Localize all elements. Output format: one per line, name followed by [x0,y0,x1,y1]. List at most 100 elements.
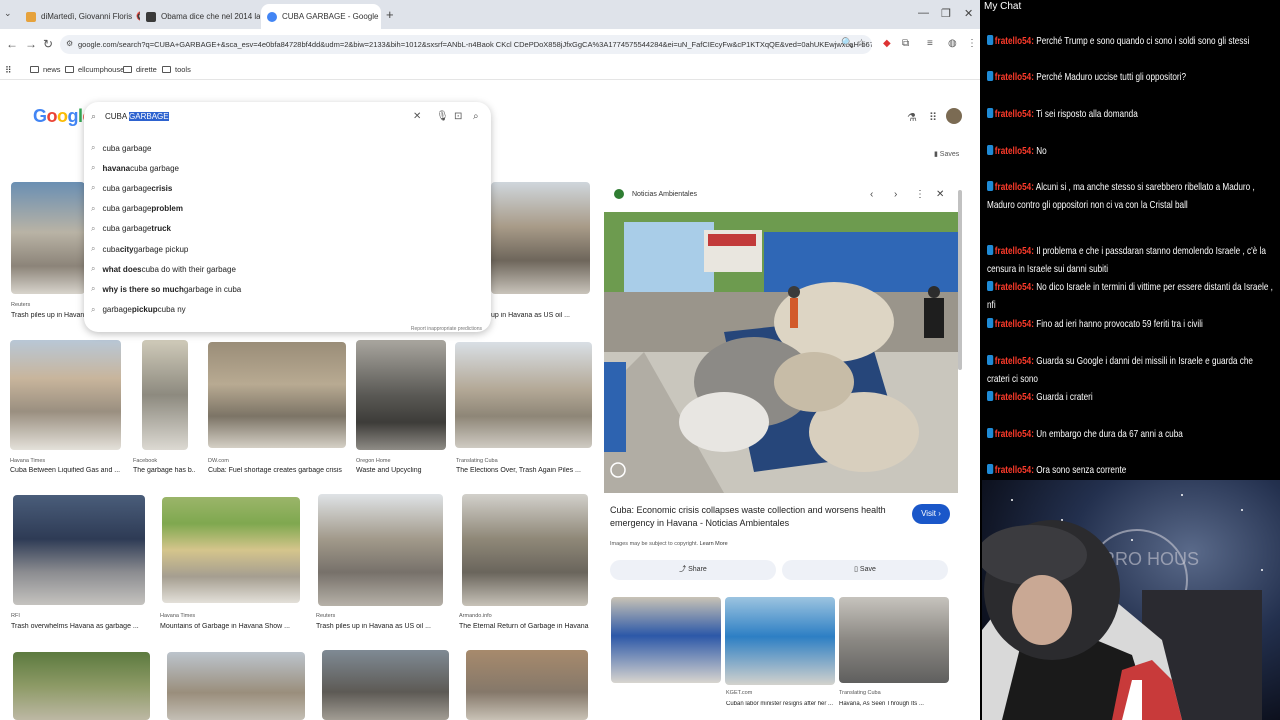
result-caption[interactable]: The garbage has b... [133,467,195,474]
new-tab-icon[interactable]: + [386,7,394,22]
zoom-icon[interactable]: 🔍 [841,38,853,49]
suggestion-item[interactable]: ⌕ what does cuba do with their garbage [84,259,491,279]
bookmark-ellcumphouse[interactable]: ellcumphouse [65,65,124,74]
bookmark-star-icon[interactable]: ☆ [857,38,866,49]
folder-icon [30,66,39,73]
suggestion-item[interactable]: ⌕ cuba garbage crisis [84,178,491,198]
suggestion-item[interactable]: ⌕ cuba garbage problem [84,199,491,219]
site-info-icon[interactable]: ⚙ [66,39,73,48]
related-image[interactable] [839,597,949,683]
bookmark-news[interactable]: news [30,65,61,74]
previous-icon[interactable]: ‹ [870,189,873,200]
address-bar[interactable]: ⚙ google.com/search?q=CUBA+GARBAGE+&sca_… [60,35,872,54]
result-image[interactable] [167,652,305,720]
back-icon[interactable]: ← [6,37,18,51]
mute-icon[interactable]: 🔇 [132,11,140,22]
result-caption[interactable]: Trash piles up in Havana as US oil ... [316,623,456,630]
google-apps-icon[interactable]: ⠿ [929,111,937,124]
tab-obama[interactable]: Obama dice che nel 2014 la Cr ✕ [140,4,260,29]
labs-flask-icon[interactable]: ⚗ [907,111,917,124]
search-submit-icon[interactable]: ⌕ [473,111,479,122]
result-caption[interactable]: The Elections Over, Trash Again Piles ..… [456,467,596,474]
result-caption[interactable]: Trash piles up in Havana [11,312,85,319]
result-image[interactable] [322,650,449,720]
preview-image[interactable] [604,212,958,493]
close-window-icon[interactable]: ✕ [964,7,973,20]
learn-more-link[interactable]: Learn More [700,541,728,547]
apps-grid-icon[interactable]: ⠿ [5,65,12,76]
result-caption[interactable]: Mountains of Garbage in Havana Show ... [160,623,300,630]
result-caption[interactable]: Waste and Upcycling [356,467,448,474]
saves-link[interactable]: ▮ Saves [934,150,959,158]
google-favicon-icon [267,11,277,22]
save-button[interactable]: ▯ Save [782,560,948,580]
share-button[interactable]: ⤴ Share [610,560,776,580]
result-image[interactable] [466,650,588,720]
result-caption[interactable]: Cuba: Fuel shortage creates garbage cris… [208,467,350,474]
result-caption[interactable]: Trash overwhelms Havana as garbage ... [11,623,147,630]
related-caption[interactable]: Cuban labor minister resigns after her .… [726,701,834,707]
profile-icon[interactable]: ◍ [948,38,957,49]
bookmark-tools[interactable]: tools [162,65,191,74]
lens-search-icon[interactable]: ⊡ [454,111,462,122]
search-query[interactable]: CUBA GARBAGE [105,112,169,121]
result-image[interactable] [318,494,443,606]
restore-icon[interactable]: ❐ [941,7,951,20]
bookmark-dirette[interactable]: dirette [123,65,157,74]
menu-kebab-icon[interactable]: ⋮ [967,38,977,49]
result-caption[interactable]: Cuba Between Liquified Gas and ... [10,467,121,474]
result-image[interactable] [13,495,145,605]
minimize-icon[interactable]: — [918,7,929,19]
user-badge-icon [987,181,994,191]
suggestion-item[interactable]: ⌕ cuba city garbage pickup [84,239,491,259]
related-image[interactable] [611,597,721,683]
result-image[interactable] [356,340,446,450]
result-image[interactable] [162,497,300,603]
result-image[interactable] [491,182,590,294]
media-controls-icon[interactable]: ≡ [927,38,933,49]
tab-list-icon[interactable]: ⌄ [4,8,12,19]
save-label: Save [859,566,876,573]
extensions-puzzle-icon[interactable]: ⧉ [902,38,909,49]
clear-search-icon[interactable]: ✕ [413,111,421,122]
source-logo-icon [614,189,624,199]
chat-message: fratello54: Un embargo che dura da 67 an… [987,425,1276,443]
reload-icon[interactable]: ↻ [43,37,53,51]
next-icon[interactable]: › [894,189,897,200]
vertical-scrollbar[interactable] [956,180,964,720]
result-image[interactable] [11,182,85,294]
close-preview-icon[interactable]: ✕ [936,189,944,200]
extension-icon[interactable]: ◆ [883,38,891,49]
result-image[interactable] [13,652,150,720]
share-icon: ⤴ [679,566,687,573]
result-image[interactable] [10,340,121,450]
preview-title[interactable]: Cuba: Economic crisis collapses waste co… [610,504,890,530]
result-image[interactable] [142,340,188,450]
result-image[interactable] [462,494,588,606]
result-image[interactable] [455,342,592,448]
browser-window: ⌄ diMartedì, Giovanni Floris 🔇 ✕ Obama d… [0,0,980,720]
visit-button[interactable]: Visit › [912,504,950,524]
scrollbar-thumb[interactable] [958,190,962,370]
result-caption[interactable]: The Eternal Return of Garbage in Havana [459,623,589,630]
tab-dimartedi[interactable]: diMartedì, Giovanni Floris 🔇 ✕ [20,4,140,29]
search-input[interactable]: ⌕ CUBA GARBAGE ✕ 🎙 ⊡ ⌕ [84,102,491,132]
report-predictions-link[interactable]: Report inappropriate predictions [411,326,482,332]
account-avatar[interactable] [946,108,962,124]
chat-text: Perché Maduro uccise tutti gli oppositor… [1036,71,1186,83]
result-image[interactable] [208,342,346,448]
user-badge-icon [987,145,994,155]
suggestion-item[interactable]: ⌕ cuba garbage [84,138,491,158]
result-caption[interactable]: up in Havana as US oil ... [491,312,590,319]
tab-cuba-garbage[interactable]: CUBA GARBAGE - Google Search ✕ [261,4,381,29]
related-image[interactable] [725,597,835,685]
forward-icon[interactable]: → [25,37,37,51]
suggestion-item[interactable]: ⌕ why is there so much garbage in cuba [84,279,491,299]
suggestion-item[interactable]: ⌕ cuba garbage truck [84,219,491,239]
suggestion-item[interactable]: ⌕ havana cuba garbage [84,158,491,178]
suggestion-item[interactable]: ⌕ garbage pickup cuba ny [84,300,491,320]
voice-search-icon[interactable]: 🎙 [436,111,449,122]
preview-source[interactable]: Noticias Ambientales [632,191,697,198]
more-options-icon[interactable]: ⋮ [915,189,925,200]
related-caption[interactable]: Havana, As Seen Through Its ... [839,701,949,707]
